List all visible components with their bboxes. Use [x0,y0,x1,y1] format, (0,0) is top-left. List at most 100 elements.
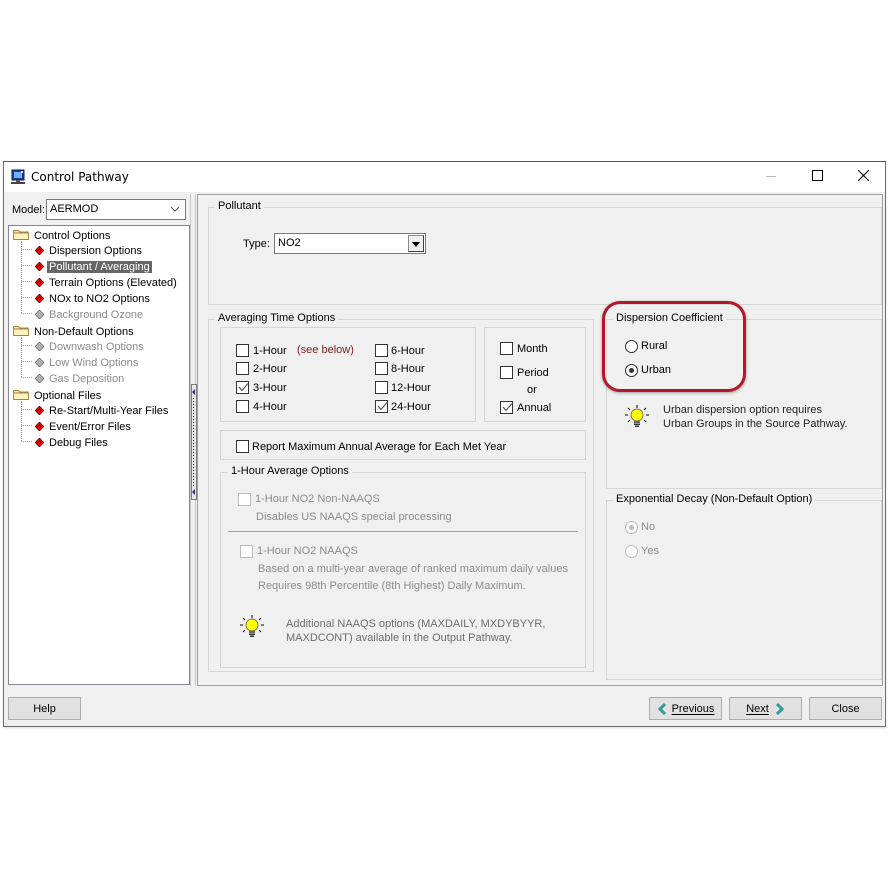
tree-connector [21,441,32,442]
red-diamond-icon [34,277,45,288]
checkbox-report-max-annual[interactable] [236,440,249,453]
checkbox-6-hour[interactable] [375,344,388,357]
close-window-button[interactable] [840,162,886,192]
label-annual: Annual [517,402,552,414]
lightbulb-icon [625,405,649,429]
pathway-tree[interactable]: Control Options Dispersion Options Pollu… [8,225,190,685]
tree-item-label: Downwash Options [49,341,144,353]
tree-group-non-default-options[interactable]: Non-Default Options [13,324,136,339]
dropdown-button[interactable] [408,235,424,252]
close-icon [857,169,869,184]
checkbox-period[interactable] [500,366,513,379]
tree-group-optional-files[interactable]: Optional Files [13,388,103,403]
tree-item-nox-to-no2[interactable]: NOx to NO2 Options [21,292,152,307]
checkbox-1-hour-naaqs[interactable] [240,545,253,558]
folder-icon [13,388,29,400]
tree-connector [21,265,32,266]
model-select[interactable]: AERMOD [46,199,186,220]
help-button-label: Help [33,702,56,715]
next-button[interactable]: Next [729,697,802,720]
close-button[interactable]: Close [809,697,882,720]
tree-item-label: Terrain Options (Elevated) [49,277,177,289]
tree-item-event-error-files[interactable]: Event/Error Files [21,420,133,435]
gray-diamond-icon [34,357,45,368]
tree-group-label: Optional Files [34,390,102,402]
minimize-icon [766,171,776,184]
folder-icon [13,324,29,336]
pollutant-type-value: NO2 [278,237,301,249]
tree-item-background-ozone[interactable]: Background Ozone [21,308,145,323]
tree-connector [21,313,32,314]
type-label: Type: [243,238,270,250]
maximize-button[interactable] [794,162,840,192]
minimize-button[interactable] [748,162,794,192]
label-decay-yes: Yes [641,545,659,557]
checkmark-icon [377,401,388,415]
checkbox-1-hour[interactable] [236,344,249,357]
tree-item-dispersion-options[interactable]: Dispersion Options [21,244,144,259]
label-12-hour: 12-Hour [391,382,431,394]
checkbox-1-hour-non-naaqs[interactable] [238,493,251,506]
tree-item-debug-files[interactable]: Debug Files [21,436,110,451]
checkbox-8-hour[interactable] [375,362,388,375]
highlight-annotation [602,301,746,392]
tree-item-label: Event/Error Files [49,421,131,433]
label-decay-no: No [641,521,656,533]
exponential-decay-title: Exponential Decay (Non-Default Option) [613,493,816,505]
radio-decay-no[interactable] [625,521,638,534]
label-report-max-annual: Report Maximum Annual Average for Each M… [252,441,507,453]
checkbox-3-hour[interactable] [236,381,249,394]
model-label: Model: [12,204,46,216]
see-below-note: (see below) [297,344,354,356]
radio-decay-yes[interactable] [625,545,638,558]
content-panel: Pollutant Type: NO2 Averaging Time Optio… [197,194,883,686]
tree-item-downwash-options[interactable]: Downwash Options [21,340,146,355]
desc-naaqs-2: Requires 98th Percentile (8th Highest) D… [258,580,526,592]
red-diamond-icon [34,405,45,416]
close-button-label: Close [831,702,860,715]
label-period: Period [517,367,549,379]
tree-connector [21,281,32,282]
tree-group-control-options[interactable]: Control Options [13,228,112,243]
help-button[interactable]: Help [8,697,81,720]
red-diamond-icon [34,421,45,432]
checkmark-icon [238,382,249,396]
label-6-hour: 6-Hour [391,345,425,357]
urban-tip-line-2: Urban Groups in the Source Pathway. [663,418,848,430]
checkbox-month[interactable] [500,342,513,355]
checkbox-annual[interactable] [500,401,513,414]
tree-item-gas-deposition[interactable]: Gas Deposition [21,372,126,387]
tree-item-label: Pollutant / Averaging [47,261,152,273]
checkbox-2-hour[interactable] [236,362,249,375]
tree-item-label: Gas Deposition [49,373,125,385]
tree-connector [21,377,32,378]
checkmark-icon [502,402,513,416]
lightbulb-icon [240,615,264,639]
desc-naaqs-1: Based on a multi-year average of ranked … [258,563,568,575]
pollutant-type-select[interactable]: NO2 [274,233,426,254]
title-bar: Control Pathway [4,162,885,192]
tree-item-low-wind-options[interactable]: Low Wind Options [21,356,140,371]
urban-tip-line-1: Urban dispersion option requires [663,404,822,416]
checkbox-12-hour[interactable] [375,381,388,394]
gray-diamond-icon [34,309,45,320]
label-1-hour: 1-Hour [253,345,287,357]
tree-item-terrain-options[interactable]: Terrain Options (Elevated) [21,276,179,291]
red-diamond-icon [34,437,45,448]
tree-connector [21,425,32,426]
chevron-left-icon [657,702,667,715]
naaqs-tip-line-2: MAXDCONT) available in the Output Pathwa… [286,632,513,644]
tree-item-pollutant-averaging[interactable]: Pollutant / Averaging [21,260,152,275]
tree-group-label: Control Options [34,230,111,242]
tree-item-restart-files[interactable]: Re-Start/Multi-Year Files [21,404,170,419]
tree-connector [21,249,32,250]
checkbox-4-hour[interactable] [236,400,249,413]
tree-connector [21,297,32,298]
pollutant-group [208,207,882,305]
panel-splitter[interactable] [190,194,197,686]
control-pathway-window: Control Pathway Model: AERMOD Control Op… [3,161,886,727]
previous-button[interactable]: Previous [649,697,722,720]
tree-connector [21,409,32,410]
checkbox-24-hour[interactable] [375,400,388,413]
separator [228,531,578,532]
